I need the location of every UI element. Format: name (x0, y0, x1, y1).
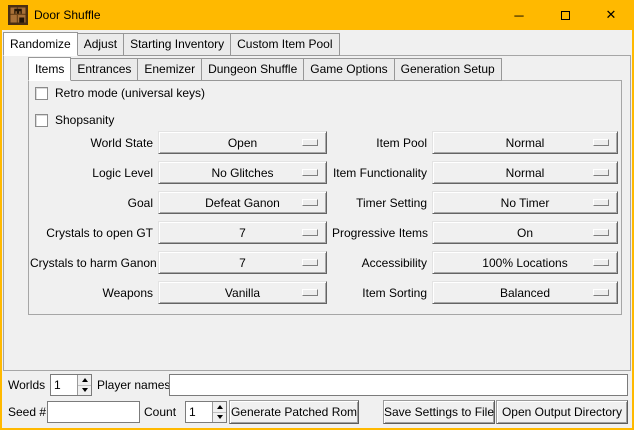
seed-input[interactable] (47, 401, 140, 423)
dropdown-indicator-icon (593, 139, 609, 146)
item-pool-dropdown[interactable]: Normal (432, 131, 618, 154)
tab-custom-item-pool[interactable]: Custom Item Pool (230, 33, 339, 56)
minimize-icon[interactable]: ─ (496, 0, 542, 30)
tab-randomize[interactable]: Randomize (3, 32, 78, 56)
goal-dropdown[interactable]: Defeat Ganon (158, 191, 327, 214)
dropdown-indicator-icon (302, 229, 318, 236)
crystals-ganon-label: Crystals to harm Ganon (30, 256, 153, 270)
retro-mode-label: Retro mode (universal keys) (55, 86, 205, 100)
count-spin-down-icon[interactable] (213, 412, 226, 423)
open-output-directory-button[interactable]: Open Output Directory (496, 400, 628, 424)
tab-dungeon-shuffle[interactable]: Dungeon Shuffle (201, 58, 304, 81)
timer-setting-label: Timer Setting (332, 196, 427, 210)
app-door-icon (8, 5, 28, 25)
dropdown-indicator-icon (593, 169, 609, 176)
tab-entrances[interactable]: Entrances (70, 58, 138, 81)
worlds-spin-buttons (77, 375, 91, 395)
count-spinbox (185, 401, 227, 423)
item-pool-label: Item Pool (332, 136, 427, 150)
app-window: Door Shuffle ─ ✕ Randomize Adjust Starti… (0, 0, 634, 430)
logic-level-label: Logic Level (30, 166, 153, 180)
weapons-dropdown[interactable]: Vanilla (158, 281, 327, 304)
dropdown-indicator-icon (302, 199, 318, 206)
player-names-label: Player names (97, 374, 170, 396)
progressive-items-dropdown[interactable]: On (432, 221, 618, 244)
logic-level-dropdown[interactable]: No Glitches (158, 161, 327, 184)
tab-starting-inventory[interactable]: Starting Inventory (123, 33, 231, 56)
item-functionality-dropdown[interactable]: Normal (432, 161, 618, 184)
sub-tab-bar: Items Entrances Enemizer Dungeon Shuffle… (28, 57, 501, 81)
save-settings-button[interactable]: Save Settings to File (383, 400, 495, 424)
count-spin-up-icon[interactable] (213, 402, 226, 412)
item-sorting-dropdown[interactable]: Balanced (432, 281, 618, 304)
retro-mode-row: Retro mode (universal keys) (35, 86, 205, 100)
item-sorting-label: Item Sorting (332, 286, 427, 300)
tab-enemizer[interactable]: Enemizer (137, 58, 202, 81)
item-functionality-label: Item Functionality (332, 166, 427, 180)
world-state-label: World State (30, 136, 153, 150)
maximize-box (561, 11, 570, 20)
tab-generation-setup[interactable]: Generation Setup (394, 58, 502, 81)
window-title: Door Shuffle (34, 8, 101, 22)
shopsanity-row: Shopsanity (35, 113, 114, 127)
accessibility-label: Accessibility (332, 256, 427, 270)
dropdown-indicator-icon (302, 289, 318, 296)
title-bar: Door Shuffle ─ ✕ (0, 0, 634, 30)
worlds-spin-down-icon[interactable] (78, 385, 91, 396)
tab-adjust[interactable]: Adjust (77, 33, 124, 56)
dropdown-indicator-icon (302, 169, 318, 176)
crystals-gt-label: Crystals to open GT (30, 226, 153, 240)
options-grid: World State Open Item Pool Normal Logic … (30, 131, 618, 304)
dropdown-indicator-icon (302, 139, 318, 146)
world-state-dropdown[interactable]: Open (158, 131, 327, 154)
timer-setting-dropdown[interactable]: No Timer (432, 191, 618, 214)
maximize-icon[interactable] (542, 0, 588, 30)
crystals-ganon-dropdown[interactable]: 7 (158, 251, 327, 274)
count-label: Count (144, 401, 176, 423)
shopsanity-checkbox[interactable] (35, 114, 48, 127)
generate-patched-rom-button[interactable]: Generate Patched Rom (229, 400, 359, 424)
worlds-spin-up-icon[interactable] (78, 375, 91, 385)
crystals-gt-dropdown[interactable]: 7 (158, 221, 327, 244)
worlds-input[interactable] (51, 375, 77, 395)
client-area: Randomize Adjust Starting Inventory Cust… (2, 30, 632, 428)
tab-game-options[interactable]: Game Options (303, 58, 394, 81)
dropdown-indicator-icon (593, 289, 609, 296)
seed-label: Seed # (8, 401, 46, 423)
count-spin-buttons (212, 402, 226, 422)
progressive-items-label: Progressive Items (332, 226, 427, 240)
player-names-input[interactable] (169, 374, 628, 396)
count-input[interactable] (186, 402, 212, 422)
tab-items[interactable]: Items (28, 57, 71, 81)
worlds-spinbox (50, 374, 92, 396)
main-tab-bar: Randomize Adjust Starting Inventory Cust… (3, 32, 339, 56)
close-icon[interactable]: ✕ (588, 0, 634, 30)
dropdown-indicator-icon (593, 199, 609, 206)
retro-mode-checkbox[interactable] (35, 87, 48, 100)
accessibility-dropdown[interactable]: 100% Locations (432, 251, 618, 274)
weapons-label: Weapons (30, 286, 153, 300)
dropdown-indicator-icon (302, 259, 318, 266)
goal-label: Goal (30, 196, 153, 210)
shopsanity-label: Shopsanity (55, 113, 114, 127)
worlds-label: Worlds (8, 374, 45, 396)
dropdown-indicator-icon (593, 259, 609, 266)
dropdown-indicator-icon (593, 229, 609, 236)
